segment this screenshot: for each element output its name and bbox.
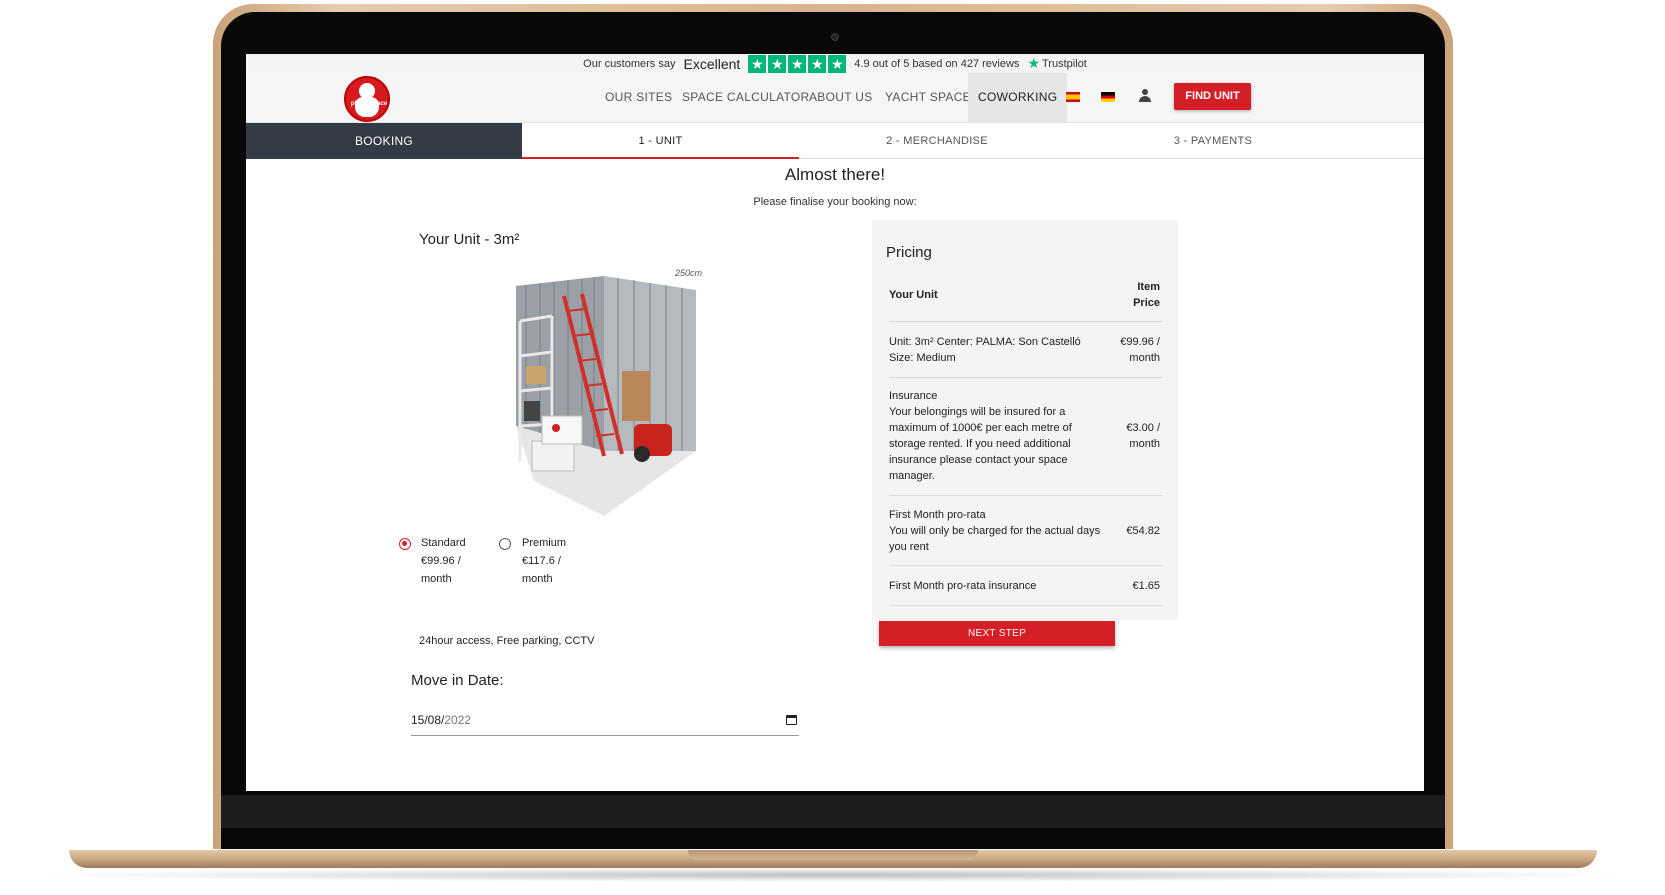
- pricing-row-prorata-insurance: First Month pro-rata insurance €1.65: [889, 566, 1163, 606]
- trustpilot-star-icon: ★: [1027, 55, 1040, 71]
- pricing-row-prorata: First Month pro-rata You will only be cha…: [889, 496, 1163, 566]
- premium-radio[interactable]: [499, 538, 511, 550]
- pricing-header-row: Your Unit Item Price: [889, 278, 1163, 322]
- main-navbar: planet space OUR SITES SPACE CALCULATOR …: [246, 73, 1424, 123]
- star-icon: ★: [808, 54, 827, 73]
- trustpilot-logo[interactable]: ★ Trustpilot: [1027, 55, 1086, 72]
- browser-screen: Our customers say Excellent ★ ★ ★ ★ ★ 4.…: [246, 54, 1424, 791]
- page-subheading: Please finalise your booking now:: [753, 196, 917, 208]
- laptop-mockup: Our customers say Excellent ★ ★ ★ ★ ★ 4.…: [0, 0, 1665, 895]
- laptop-notch: [688, 850, 978, 860]
- step-payments[interactable]: 3 - PAYMENTS: [1075, 123, 1351, 159]
- laptop-chin: [221, 795, 1445, 828]
- move-in-date-input[interactable]: 15/08/2022: [411, 704, 799, 736]
- step-booking: BOOKING: [246, 123, 522, 159]
- unit-amenities: 24hour access, Free parking, CCTV: [419, 635, 595, 647]
- booking-steps: BOOKING 1 - UNIT 2 - MERCHANDISE 3 - PAY…: [246, 123, 1424, 159]
- trust-stars: ★ ★ ★ ★ ★: [748, 54, 847, 73]
- trustpilot-bar[interactable]: Our customers say Excellent ★ ★ ★ ★ ★ 4.…: [246, 54, 1424, 73]
- premium-option-label[interactable]: Premium €117.6 /month: [522, 534, 566, 588]
- user-account-icon[interactable]: [1139, 89, 1151, 103]
- laptop-shadow: [20, 868, 1645, 882]
- page-heading: Almost there!: [784, 165, 886, 184]
- pricing-row-unit: Unit: 3m² Center: PALMA: Son Castelló Siz…: [889, 322, 1163, 378]
- standard-option-label[interactable]: Standard €99.96 /month: [421, 534, 466, 588]
- planet-space-logo[interactable]: planet space: [344, 76, 390, 122]
- pricing-row-insurance: Insurance Your belongings will be insured…: [889, 378, 1163, 496]
- nav-space-calculator[interactable]: SPACE CALCULATOR: [682, 73, 810, 122]
- pricing-title: Pricing: [886, 244, 932, 261]
- star-icon: ★: [748, 54, 767, 73]
- webcam: [831, 33, 839, 41]
- trust-rating-text: 4.9 out of 5 based on 427 reviews: [854, 57, 1020, 70]
- nav-about-us[interactable]: ABOUT US: [809, 73, 873, 122]
- star-icon: ★: [828, 54, 847, 73]
- next-step-button[interactable]: NEXT STEP: [879, 621, 1115, 646]
- german-flag-icon[interactable]: [1101, 92, 1115, 102]
- find-unit-button[interactable]: FIND UNIT: [1174, 83, 1251, 110]
- nav-yacht-space[interactable]: YACHT SPACE: [885, 73, 971, 122]
- move-in-label: Move in Date:: [411, 672, 504, 689]
- standard-radio[interactable]: [399, 538, 411, 550]
- trust-rating-word: Excellent: [683, 55, 741, 72]
- pricing-panel: Pricing Your Unit Item Price Unit: 3m² Ce…: [872, 220, 1178, 620]
- storage-unit-illustration: [516, 276, 696, 516]
- nav-our-sites[interactable]: OUR SITES: [605, 73, 672, 122]
- step-merchandise[interactable]: 2 - MERCHANDISE: [799, 123, 1075, 159]
- star-icon: ★: [768, 54, 787, 73]
- trust-say: Our customers say: [583, 57, 676, 70]
- step-unit[interactable]: 1 - UNIT: [522, 123, 799, 159]
- unit-title: Your Unit - 3m²: [419, 231, 520, 248]
- calendar-icon[interactable]: [786, 715, 797, 725]
- spanish-flag-icon[interactable]: [1066, 92, 1080, 102]
- nav-coworking[interactable]: COWORKING: [968, 73, 1068, 122]
- star-icon: ★: [788, 54, 807, 73]
